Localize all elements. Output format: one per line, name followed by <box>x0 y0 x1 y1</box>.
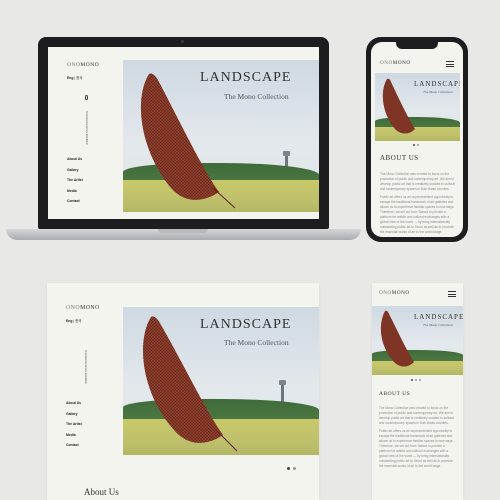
nav-artist[interactable]: The Artist <box>67 178 83 182</box>
desktop-lang-alt[interactable]: 한국 <box>75 319 81 323</box>
hero-title: LANDSCAPE <box>200 70 292 85</box>
nav-media[interactable]: Media <box>67 189 83 193</box>
desktop-brand-suffix: MONO <box>80 305 100 311</box>
laptop-mockup: ONOMONO Eng | 한국 International Artists E… <box>38 37 329 229</box>
sidebar-nav: About Us Gallery The Artist Media Contac… <box>67 157 83 203</box>
phone-about-para-2: Public art offers us an unprecedented op… <box>380 195 455 234</box>
lang-alt[interactable]: 한국 <box>76 76 82 80</box>
desktop-nav-artist[interactable]: The Artist <box>66 422 82 426</box>
phone-brand[interactable]: ONOMONO <box>380 60 411 66</box>
desktop-about-title: About Us <box>84 487 119 497</box>
phone-hero-title: LANDSCAPE <box>414 80 460 88</box>
desktop-page: ONOMONO Eng | 한국 International Artists E… <box>47 283 319 500</box>
mobile-brand-suffix: MONO <box>391 290 410 296</box>
desktop-nav-about[interactable]: About Us <box>66 401 82 405</box>
phone-notch <box>396 42 438 49</box>
desktop-hero-image: LANDSCAPE The Mono Collection <box>123 307 319 455</box>
mobile-hero-title: LANDSCAPE <box>414 313 463 321</box>
brand-suffix: MONO <box>80 62 100 68</box>
laptop-base <box>6 229 361 240</box>
vertical-tagline: International Artists Exhibition <box>85 111 88 146</box>
nav-about[interactable]: About Us <box>67 157 83 161</box>
phone-hero-image: LANDSCAPE The Mono Collection <box>375 73 460 141</box>
mobile-about-title: ABOUT US <box>379 391 411 397</box>
nav-contact[interactable]: Contact <box>67 199 83 203</box>
mobile-about-para-2: Public art offers us an unprecedented op… <box>379 429 454 468</box>
hero-subtitle: The Mono Collection <box>224 92 289 101</box>
desktop-hero-subtitle: The Mono Collection <box>224 338 289 347</box>
phone-about-para-1: The Mono Collection was created to focus… <box>380 172 455 191</box>
mobile-hero-image: LANDSCAPE The Mono Collection <box>372 306 463 375</box>
phone-screen: ONOMONO LANDSCAPE The Mono Collection AB… <box>371 42 463 237</box>
desktop-vertical-tagline: International Artists Exhibition <box>84 350 87 385</box>
mobile-brand[interactable]: ONOMONO <box>379 290 410 296</box>
desktop-nav-contact[interactable]: Contact <box>66 443 82 447</box>
desktop-brand-prefix: ONO <box>66 305 81 311</box>
desktop-carousel-dots[interactable] <box>287 467 307 471</box>
mobile-carousel-dots[interactable] <box>372 379 463 382</box>
scroll-icon <box>85 95 88 100</box>
desktop-sidebar-nav: About Us Gallery The Artist Media Contac… <box>66 401 82 447</box>
mobile-hero-subtitle: The Mono Collection <box>423 323 453 327</box>
desktop-nav-gallery[interactable]: Gallery <box>66 412 82 416</box>
phone-carousel-dots[interactable] <box>371 144 463 148</box>
desktop-hero-title: LANDSCAPE <box>200 317 292 332</box>
phone-hero-subtitle: The Mono Collection <box>423 90 453 94</box>
mobile-page: ONOMONO LANDSCAPE The Mono Collection AB… <box>372 283 463 500</box>
brand-logo[interactable]: ONOMONO <box>67 62 99 68</box>
laptop-camera <box>181 40 184 43</box>
phone-brand-prefix: ONO <box>380 60 393 66</box>
mobile-hamburger-icon[interactable] <box>448 291 456 297</box>
language-switch[interactable]: Eng | 한국 <box>67 75 82 80</box>
lang-current[interactable]: Eng <box>67 76 73 80</box>
desktop-lang-current[interactable]: Eng <box>66 319 72 323</box>
desktop-language-switch[interactable]: Eng | 한국 <box>66 318 81 323</box>
brand-prefix: ONO <box>67 62 81 68</box>
phone-about-title: ABOUT US <box>380 154 419 162</box>
desktop-brand[interactable]: ONOMONO <box>66 305 100 311</box>
desktop-nav-media[interactable]: Media <box>66 433 82 437</box>
nav-gallery[interactable]: Gallery <box>67 168 83 172</box>
hamburger-icon[interactable] <box>446 61 454 67</box>
hero-image: LANDSCAPE The Mono Collection <box>123 60 319 212</box>
phone-brand-suffix: MONO <box>392 60 411 66</box>
mobile-brand-prefix: ONO <box>379 290 392 296</box>
laptop-screen: ONOMONO Eng | 한국 International Artists E… <box>48 47 319 219</box>
phone-mockup: ONOMONO LANDSCAPE The Mono Collection AB… <box>366 37 468 242</box>
mobile-about-para-1: The Mono Collection was created to focus… <box>379 406 454 425</box>
